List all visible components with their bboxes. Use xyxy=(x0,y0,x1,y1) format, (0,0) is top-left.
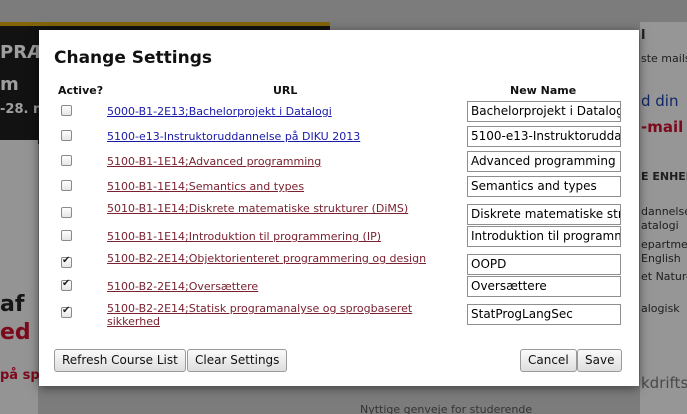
course-url-link[interactable]: 5100-B1-1E14;Advanced programming xyxy=(107,155,437,168)
new-name-field[interactable]: Oversættere xyxy=(467,276,621,297)
course-url-link[interactable]: 5100-B1-1E14;Introduktion til programmer… xyxy=(107,230,437,243)
course-url-link[interactable]: 5100-e13-Instruktoruddannelse på DIKU 20… xyxy=(107,130,437,143)
course-url-link[interactable]: 5100-B2-2E14;Statisk programanalyse og s… xyxy=(107,302,437,328)
url-column-header: URL xyxy=(273,84,298,97)
active-checkbox[interactable] xyxy=(61,180,72,191)
new-name-field[interactable]: OOPD xyxy=(467,254,621,275)
new-name-field[interactable]: Semantics and types xyxy=(467,176,621,197)
new-name-field[interactable]: Advanced programming xyxy=(467,151,621,172)
course-url-link[interactable]: 5010-B1-1E14;Diskrete matematiske strukt… xyxy=(107,202,437,215)
course-url-link[interactable]: 5100-B1-1E14;Semantics and types xyxy=(107,180,437,193)
new-name-field[interactable]: StatProgLangSec xyxy=(467,304,621,325)
active-column-header: Active? xyxy=(58,84,104,97)
active-checkbox[interactable] xyxy=(61,255,72,268)
new-name-field[interactable]: Bachelorprojekt i Datalogi xyxy=(467,101,621,122)
cancel-button[interactable]: Cancel xyxy=(520,349,577,372)
active-checkbox[interactable] xyxy=(61,278,72,291)
refresh-course-list-button[interactable]: Refresh Course List xyxy=(54,349,186,372)
active-checkbox[interactable] xyxy=(61,130,72,141)
course-url-link[interactable]: 5100-B2-2E14;Objektorienteret programmer… xyxy=(107,252,437,265)
active-checkbox[interactable] xyxy=(61,105,72,116)
active-checkbox[interactable] xyxy=(61,207,72,218)
dialog-title: Change Settings xyxy=(54,48,213,68)
active-checkbox[interactable] xyxy=(61,155,72,166)
change-settings-dialog: Change Settings Active? URL New Name 500… xyxy=(39,30,639,386)
save-button[interactable]: Save xyxy=(577,349,623,372)
new-name-field[interactable]: Diskrete matematiske strukturer (DiMS) xyxy=(467,204,621,225)
clear-settings-button[interactable]: Clear Settings xyxy=(187,349,288,372)
new-name-field[interactable]: 5100-e13-Instruktoruddannelse på DIKU 20… xyxy=(467,126,621,147)
course-url-link[interactable]: 5000-B1-2E13;Bachelorprojekt i Datalogi xyxy=(107,105,437,118)
course-url-link[interactable]: 5100-B2-2E14;Oversættere xyxy=(107,280,437,293)
active-checkbox[interactable] xyxy=(61,305,72,318)
new-name-column-header: New Name xyxy=(510,84,577,97)
new-name-field[interactable]: Introduktion til programmering (IP) xyxy=(467,226,621,247)
active-checkbox[interactable] xyxy=(61,230,72,241)
